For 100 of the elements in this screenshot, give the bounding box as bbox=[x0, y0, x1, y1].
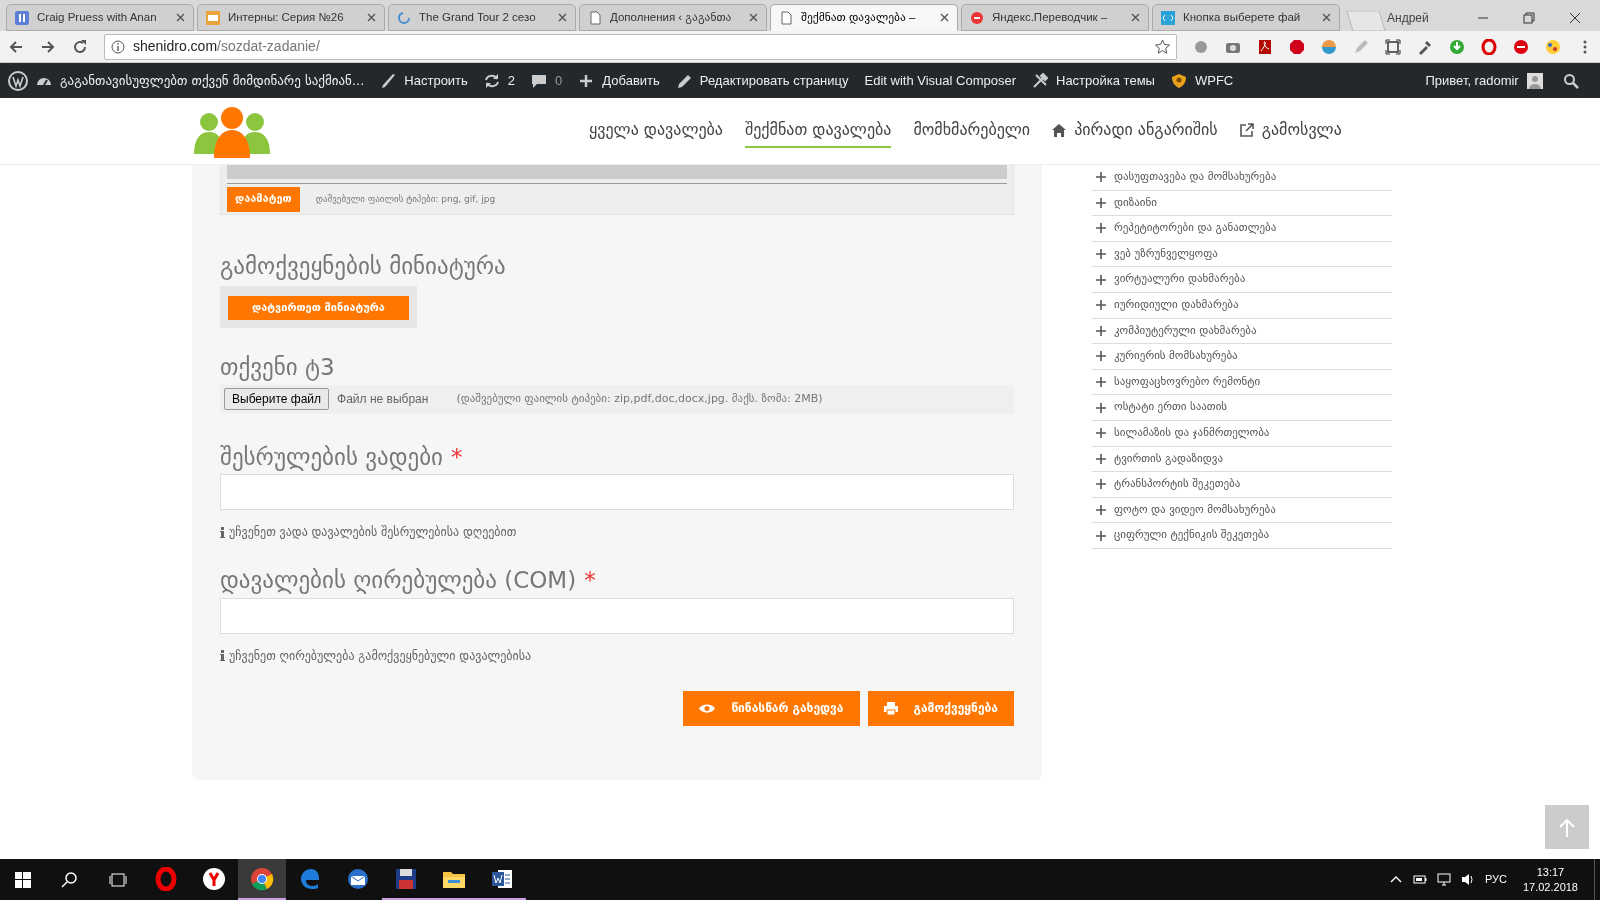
palette-icon[interactable] bbox=[1544, 38, 1561, 55]
category-link[interactable]: ტვირთის გადაზიდვა bbox=[1114, 450, 1223, 468]
plus-icon[interactable] bbox=[1096, 505, 1106, 515]
browser-tab[interactable]: Кнопка выберете фай bbox=[1152, 4, 1340, 31]
plus-icon[interactable] bbox=[1096, 274, 1106, 285]
category-link[interactable]: სილამაზის და ჯანმრთელობა bbox=[1114, 425, 1270, 442]
clock-time[interactable]: 13:17 bbox=[1536, 865, 1565, 880]
close-icon[interactable] bbox=[367, 13, 376, 22]
nav-link[interactable]: პირადი ანგარიშის bbox=[1052, 114, 1218, 148]
input-field[interactable] bbox=[220, 597, 1014, 634]
people-logo[interactable] bbox=[192, 104, 272, 158]
category-link[interactable]: კურიერის მომსახურება bbox=[1114, 348, 1238, 365]
restore-icon[interactable] bbox=[1522, 11, 1535, 24]
volume-icon[interactable] bbox=[1460, 872, 1475, 887]
download-icon[interactable] bbox=[1448, 38, 1465, 55]
plus-icon[interactable] bbox=[1096, 325, 1106, 336]
shield-icon[interactable] bbox=[1170, 72, 1187, 89]
close-icon[interactable] bbox=[940, 13, 949, 22]
clock-date[interactable]: 17.02.2018 bbox=[1522, 879, 1578, 894]
plus-icon[interactable] bbox=[1096, 300, 1106, 311]
search-icon[interactable] bbox=[1562, 72, 1579, 89]
category-link[interactable]: ტრანსპორტის შეკეთება bbox=[1114, 476, 1241, 493]
close-icon[interactable] bbox=[749, 13, 758, 22]
wordpress-icon[interactable] bbox=[8, 70, 28, 91]
screenshot-icon[interactable] bbox=[1384, 38, 1401, 55]
refresh-icon[interactable] bbox=[483, 72, 500, 89]
yandex-icon[interactable] bbox=[202, 866, 226, 891]
profile-name[interactable]: Андрей bbox=[1387, 8, 1429, 27]
category-link[interactable]: საყოფაცხოვრებო რემონტი bbox=[1114, 373, 1261, 391]
admin-bar-link[interactable]: Редактировать страницу bbox=[699, 70, 849, 91]
close-icon[interactable] bbox=[1131, 13, 1140, 22]
admin-bar-link[interactable]: Edit with Visual Composer bbox=[864, 70, 1016, 91]
plus-icon[interactable] bbox=[1096, 377, 1106, 388]
nav-link[interactable]: მომხმარებელი bbox=[913, 114, 1031, 148]
category-link[interactable]: ოსტატი ერთი საათის bbox=[1114, 399, 1228, 416]
close-icon[interactable] bbox=[176, 13, 185, 22]
comment-icon[interactable] bbox=[531, 72, 548, 89]
battery-icon[interactable] bbox=[1412, 872, 1427, 887]
pdf-icon[interactable] bbox=[1256, 38, 1273, 55]
network-icon[interactable] bbox=[1436, 872, 1451, 887]
category-link[interactable]: ვირტუალური დახმარება bbox=[1114, 271, 1246, 288]
tools-icon[interactable] bbox=[1032, 72, 1048, 89]
reload-icon[interactable] bbox=[72, 38, 88, 55]
plus-icon[interactable] bbox=[1096, 453, 1106, 464]
category-link[interactable]: იურიდიული დახმარება bbox=[1114, 297, 1239, 314]
language-indicator[interactable]: РУС bbox=[1484, 871, 1507, 888]
browser-tab[interactable]: შექმნათ დავალება – bbox=[770, 4, 958, 31]
star-icon[interactable] bbox=[1154, 39, 1170, 54]
mail-icon[interactable] bbox=[346, 866, 370, 891]
chrome-icon[interactable] bbox=[250, 866, 274, 891]
choose-file-button[interactable]: Выберите файл bbox=[224, 388, 330, 410]
admin-bar-link[interactable]: 2 bbox=[507, 70, 516, 91]
browser-tab[interactable]: Интерны: Серия №26 bbox=[197, 4, 385, 31]
nav-link[interactable]: ყველა დავალება bbox=[589, 114, 723, 148]
category-link[interactable]: ციფრული ტექნიკის შეკეთება bbox=[1114, 527, 1270, 544]
avatar-icon[interactable] bbox=[1526, 72, 1543, 89]
admin-bar-link[interactable]: Привет, radomir bbox=[1425, 70, 1519, 91]
admin-bar-link[interactable]: Добавить bbox=[602, 70, 660, 91]
category-link[interactable]: კომპიუტერული დახმარება bbox=[1114, 322, 1257, 340]
browser-tab[interactable]: The Grand Tour 2 сезо bbox=[388, 4, 576, 31]
plus-icon[interactable] bbox=[1096, 172, 1106, 183]
admin-bar-link[interactable]: გაგანთავისუფლებთ თქვენ მიმდინარე საქმიან... bbox=[60, 70, 365, 91]
close-icon[interactable] bbox=[558, 13, 567, 22]
category-link[interactable]: დასუფთავება და მომსახურება bbox=[1114, 169, 1277, 186]
admin-bar-link[interactable]: Настроить bbox=[404, 70, 468, 91]
browser-tab[interactable]: Craig Pruess with Anan bbox=[6, 4, 194, 31]
edge-icon[interactable] bbox=[298, 866, 322, 891]
category-link[interactable]: ფოტო და ვიდეო მომსახურება bbox=[1114, 501, 1276, 519]
nav-link[interactable]: გამოსვლა bbox=[1239, 114, 1342, 148]
plus-icon[interactable] bbox=[1096, 223, 1106, 234]
back-icon[interactable] bbox=[8, 38, 24, 55]
plus-icon[interactable] bbox=[1096, 428, 1106, 439]
plus-icon[interactable] bbox=[1096, 402, 1106, 413]
close-icon[interactable] bbox=[1322, 13, 1331, 22]
admin-bar-link[interactable]: WPFC bbox=[1194, 70, 1234, 91]
category-link[interactable]: რეპეტიტორები და განათლება bbox=[1114, 220, 1277, 237]
admin-bar-link[interactable]: 0 bbox=[555, 70, 563, 91]
plus-icon[interactable] bbox=[1096, 197, 1106, 208]
extension-icon[interactable] bbox=[1192, 38, 1209, 55]
plus-icon[interactable] bbox=[1096, 249, 1106, 260]
browser-tab[interactable]: Яндекс.Переводчик – bbox=[961, 4, 1149, 31]
opera-icon[interactable] bbox=[154, 866, 178, 891]
input-field[interactable] bbox=[220, 474, 1014, 510]
close-icon[interactable] bbox=[1568, 11, 1581, 24]
plus-icon[interactable] bbox=[1096, 479, 1106, 490]
pencil-icon[interactable] bbox=[675, 72, 692, 89]
admin-bar-link[interactable]: Настройка темы bbox=[1056, 70, 1155, 91]
brush-icon[interactable] bbox=[380, 72, 397, 89]
plus-icon[interactable] bbox=[1096, 351, 1106, 362]
circle-icon[interactable] bbox=[1512, 38, 1529, 55]
browser-tab[interactable]: Дополнения ‹ გაგანთა bbox=[579, 4, 767, 31]
category-link[interactable]: ვებ უზრუნველყოფა bbox=[1114, 245, 1218, 263]
plus-icon[interactable] bbox=[1096, 530, 1106, 541]
forward-icon[interactable] bbox=[40, 38, 56, 55]
address-field[interactable]: shenidro.com/sozdat-zadanie/ bbox=[104, 33, 1177, 60]
nav-link[interactable]: შექმნათ დავალება bbox=[744, 114, 892, 148]
stop-sign-icon[interactable] bbox=[1288, 38, 1305, 55]
opera-icon[interactable] bbox=[1480, 38, 1497, 55]
category-link[interactable]: დიზაინი bbox=[1114, 194, 1157, 212]
floppy-icon[interactable] bbox=[394, 866, 418, 891]
